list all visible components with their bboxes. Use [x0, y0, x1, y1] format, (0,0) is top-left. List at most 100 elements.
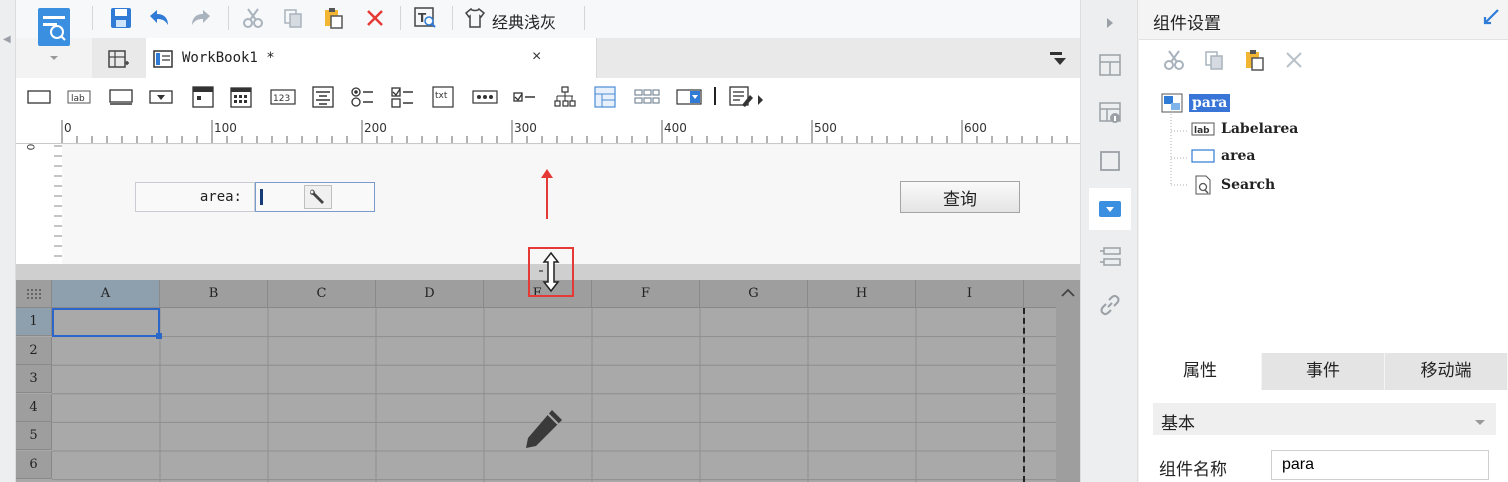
- app-logo-icon[interactable]: [36, 6, 72, 62]
- row-header-1[interactable]: 1: [16, 308, 52, 336]
- panel-title: 组件设置: [1153, 14, 1221, 34]
- theme-label[interactable]: 经典浅灰: [492, 9, 556, 33]
- tree-combobox-widget-icon[interactable]: [592, 85, 618, 109]
- column-header-i[interactable]: I: [916, 280, 1024, 308]
- tab-mobile[interactable]: 移动端: [1385, 353, 1508, 390]
- add-sheet-icon[interactable]: [108, 48, 130, 73]
- tab-workbook1[interactable]: WorkBook1 * ×: [146, 38, 597, 78]
- widget-settings-icon[interactable]: [1089, 188, 1131, 230]
- row-header-2[interactable]: 2: [16, 336, 52, 365]
- paste-icon[interactable]: [320, 5, 346, 31]
- area-input-widget[interactable]: [255, 182, 375, 212]
- spreadsheet-grid[interactable]: ABCDEFGHI 123456: [16, 280, 1080, 482]
- widget-info-icon[interactable]: [1089, 92, 1131, 134]
- undo-icon[interactable]: [146, 5, 172, 31]
- label-widget-icon[interactable]: lab: [66, 85, 92, 109]
- label-icon: lab: [1191, 122, 1215, 136]
- save-icon[interactable]: [108, 5, 134, 31]
- tree-node-label: area: [1221, 148, 1256, 164]
- password-widget-icon[interactable]: [470, 85, 500, 109]
- frame-icon[interactable]: [1089, 140, 1131, 182]
- cut-icon[interactable]: [240, 5, 266, 31]
- tree-node-area[interactable]: area: [1191, 148, 1255, 164]
- select-all-corner[interactable]: [16, 280, 52, 308]
- ruler-label: 400: [664, 121, 687, 135]
- tree-node-search[interactable]: Search: [1191, 175, 1275, 195]
- collapse-left-icon[interactable]: ◀: [3, 34, 11, 45]
- combobox-widget-icon[interactable]: [148, 85, 174, 109]
- row-header-4[interactable]: 4: [16, 393, 52, 422]
- tree-widget-icon[interactable]: [552, 85, 578, 109]
- column-header-c[interactable]: C: [268, 280, 376, 308]
- sheet-layout-icon[interactable]: [1089, 236, 1131, 278]
- svg-text:123: 123: [273, 94, 290, 104]
- row-header-3[interactable]: 3: [16, 365, 52, 394]
- link-icon[interactable]: [1089, 284, 1131, 326]
- tab-label-widget-icon[interactable]: [632, 85, 662, 109]
- checkbox-group-widget-icon[interactable]: [390, 85, 416, 109]
- ruler-label: 200: [364, 121, 387, 135]
- delete-icon[interactable]: [1285, 51, 1303, 72]
- column-header-d[interactable]: D: [376, 280, 484, 308]
- widget-name-label: 组件名称: [1159, 460, 1227, 480]
- tab-menu-icon[interactable]: [1050, 52, 1066, 69]
- text-search-icon[interactable]: T: [412, 5, 438, 31]
- pencil-icon: [522, 408, 566, 461]
- widget-name-input[interactable]: [1271, 450, 1489, 480]
- radio-group-widget-icon[interactable]: [350, 85, 376, 109]
- ruler-label: 100: [214, 121, 237, 135]
- scroll-up-icon[interactable]: [1061, 286, 1075, 301]
- column-header-g[interactable]: G: [700, 280, 808, 308]
- combocheckbox-widget-icon[interactable]: [674, 85, 704, 109]
- layout-icon[interactable]: [1089, 44, 1131, 86]
- wrench-icon[interactable]: [304, 185, 332, 209]
- tab-properties[interactable]: 属性: [1139, 353, 1262, 390]
- resize-handle-highlight[interactable]: [528, 247, 574, 297]
- horizontal-ruler: 0 100 200 300 400 500 600: [16, 116, 1080, 144]
- row-header-6[interactable]: 6: [16, 451, 52, 479]
- search-doc-icon: [1195, 175, 1211, 195]
- row-header-5[interactable]: 5: [16, 422, 52, 451]
- designer-window: ◀ T 经典浅灰 WorkBook1 * × lab 123 txt 0 100…: [0, 0, 1508, 482]
- tree-node-labelarea[interactable]: lab Labelarea: [1191, 121, 1298, 137]
- cut-icon[interactable]: [1163, 49, 1185, 74]
- text-cursor: [260, 189, 263, 205]
- page-break-line: [1023, 308, 1025, 482]
- ruler-label: 600: [964, 121, 987, 135]
- date-widget-icon[interactable]: [228, 85, 254, 109]
- pin-icon[interactable]: [1482, 8, 1500, 29]
- chevron-down-icon[interactable]: [1474, 415, 1486, 430]
- button-widget-icon[interactable]: [108, 85, 134, 109]
- tab-title: WorkBook1 *: [182, 50, 275, 66]
- checkbox-widget-icon[interactable]: [512, 85, 538, 109]
- expand-right-icon[interactable]: [1089, 2, 1131, 44]
- more-widgets-icon[interactable]: [726, 85, 766, 109]
- copy-icon[interactable]: [280, 5, 306, 31]
- panel-tools: [1139, 40, 1508, 80]
- basic-section-header[interactable]: 基本: [1153, 403, 1496, 435]
- left-collapse-strip[interactable]: ◀: [0, 0, 16, 482]
- tab-close-icon[interactable]: ×: [532, 48, 541, 66]
- column-header-h[interactable]: H: [808, 280, 916, 308]
- copy-icon[interactable]: [1203, 49, 1225, 74]
- textarea-widget-icon[interactable]: [310, 85, 336, 109]
- redo-icon[interactable]: [188, 5, 214, 31]
- ruler-label: 500: [814, 121, 837, 135]
- column-header-a[interactable]: A: [52, 280, 160, 308]
- query-button[interactable]: 查询: [900, 181, 1020, 213]
- selected-cell-a1[interactable]: [52, 308, 162, 339]
- file-widget-icon[interactable]: txt: [430, 85, 456, 109]
- textbox-widget-icon[interactable]: [26, 85, 52, 109]
- vertical-scrollbar[interactable]: [1056, 280, 1080, 482]
- list-widget-icon[interactable]: [190, 85, 216, 109]
- column-header-f[interactable]: F: [592, 280, 700, 308]
- tab-events[interactable]: 事件: [1262, 353, 1385, 390]
- label-area-widget[interactable]: area:: [135, 182, 255, 212]
- tree-node-para[interactable]: para: [1161, 93, 1231, 113]
- widget-settings-panel: 组件设置 para lab Labelarea area Search 属性 事…: [1139, 0, 1508, 482]
- paste-icon[interactable]: [1243, 49, 1265, 74]
- delete-icon[interactable]: [362, 5, 388, 31]
- column-header-b[interactable]: B: [160, 280, 268, 308]
- number-widget-icon[interactable]: 123: [270, 85, 296, 109]
- theme-shirt-icon[interactable]: [462, 5, 488, 31]
